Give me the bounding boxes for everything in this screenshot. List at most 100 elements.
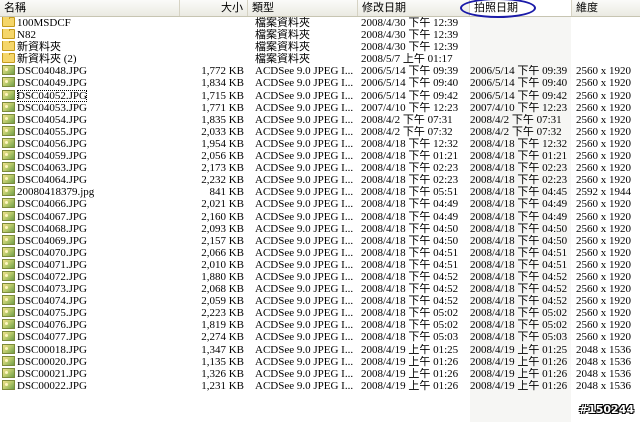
file-row[interactable]: DSC04072.JPG 1,880 KB ACDSee 9.0 JPEG I...… [0,270,640,283]
image-file-icon [2,186,15,197]
file-dimensions: 2560 x 1920 [576,234,631,247]
column-header-type[interactable]: 類型 [248,0,358,16]
file-row[interactable]: 新資料夾 檔案資料夾 2008/4/30 下午 12:39 [0,41,640,53]
file-modified-date: 2008/4/18 下午 04:49 [361,198,459,211]
file-row[interactable]: DSC04069.JPG 2,157 KB ACDSee 9.0 JPEG I...… [0,234,640,247]
image-file-icon [2,210,15,221]
file-row[interactable]: DSC04066.JPG 2,021 KB ACDSee 9.0 JPEG I...… [0,198,640,210]
file-type: ACDSee 9.0 JPEG I... [255,101,354,114]
file-size: 2,033 KB [201,125,244,138]
file-row[interactable]: DSC04059.JPG 2,056 KB ACDSee 9.0 JPEG I...… [0,150,640,162]
file-name: 20080418379.jpg [17,186,95,199]
file-row[interactable]: DSC04075.JPG 2,223 KB ACDSee 9.0 JPEG I...… [0,307,640,319]
file-type: 檔案資料夾 [255,41,310,54]
file-dimensions: 2048 x 1536 [576,379,631,392]
file-modified-date: 2008/4/18 下午 05:51 [361,186,459,199]
file-row[interactable]: DSC04073.JPG 2,068 KB ACDSee 9.0 JPEG I...… [0,283,640,295]
file-row[interactable]: 100MSDCF 檔案資料夾 2008/4/30 下午 12:39 [0,17,640,29]
file-date-taken: 2008/4/19 上午 01:25 [470,343,568,356]
image-file-icon [2,137,15,148]
file-row[interactable]: DSC04053.JPG 1,771 KB ACDSee 9.0 JPEG I...… [0,101,640,114]
file-dimensions: 2560 x 1920 [576,137,631,150]
file-row[interactable]: DSC04064.JPG 2,232 KB ACDSee 9.0 JPEG I...… [0,174,640,186]
file-row[interactable]: DSC04052.JPG 1,715 KB ACDSee 9.0 JPEG I...… [0,89,640,102]
file-name: DSC04049.JPG [17,77,87,90]
file-dimensions: 2560 x 1920 [576,319,631,332]
file-dimensions: 2560 x 1920 [576,270,631,283]
file-name: DSC04048.JPG [17,65,87,78]
file-row[interactable]: DSC04063.JPG 2,173 KB ACDSee 9.0 JPEG I...… [0,162,640,174]
file-modified-date: 2008/4/18 下午 02:23 [361,174,459,187]
file-dimensions: 2048 x 1536 [576,367,631,380]
file-row[interactable]: DSC04070.JPG 2,066 KB ACDSee 9.0 JPEG I...… [0,246,640,259]
file-date-taken: 2006/5/14 下午 09:40 [470,77,568,90]
file-dimensions: 2560 x 1920 [576,125,631,138]
file-row[interactable]: DSC04056.JPG 1,954 KB ACDSee 9.0 JPEG I...… [0,137,640,150]
file-type: ACDSee 9.0 JPEG I... [255,65,354,78]
column-header-dimensions[interactable]: 維度 [572,0,640,16]
file-row[interactable]: 20080418379.jpg 841 KB ACDSee 9.0 JPEG I..… [0,186,640,198]
file-row[interactable]: 新資料夾 (2) 檔案資料夾 2008/5/7 上午 01:17 [0,53,640,65]
file-row[interactable]: DSC04048.JPG 1,772 KB ACDSee 9.0 JPEG I...… [0,65,640,77]
folder-icon [2,29,15,40]
file-row[interactable]: DSC04077.JPG 2,274 KB ACDSee 9.0 JPEG I...… [0,331,640,343]
column-header-date-taken[interactable]: 拍照日期 [470,0,572,16]
file-type: ACDSee 9.0 JPEG I... [255,258,354,271]
file-dimensions [576,29,638,41]
file-modified-date: 2008/4/18 下午 12:32 [361,137,459,150]
file-row[interactable]: DSC04055.JPG 2,033 KB ACDSee 9.0 JPEG I...… [0,125,640,138]
file-dimensions [576,17,638,29]
file-date-taken: 2008/4/18 下午 05:03 [470,331,568,344]
file-size: 2,157 KB [201,234,244,247]
file-row[interactable]: DSC04076.JPG 1,819 KB ACDSee 9.0 JPEG I...… [0,319,640,331]
file-row[interactable]: DSC04067.JPG 2,160 KB ACDSee 9.0 JPEG I...… [0,210,640,223]
file-row[interactable]: DSC04054.JPG 1,835 KB ACDSee 9.0 JPEG I...… [0,113,640,126]
file-type: ACDSee 9.0 JPEG I... [255,222,354,235]
column-header-name[interactable]: 名稱 [0,0,180,16]
file-name: DSC04052.JPG [17,89,87,102]
file-row[interactable]: DSC00021.JPG 1,326 KB ACDSee 9.0 JPEG I...… [0,367,640,380]
file-name: DSC04068.JPG [17,222,87,235]
file-size: 2,223 KB [201,307,244,320]
file-name: 100MSDCF [17,17,71,29]
column-header-modified[interactable]: 修改日期 [358,0,470,16]
file-modified-date: 2008/4/30 下午 12:39 [361,17,459,29]
file-dimensions: 2560 x 1920 [576,246,631,259]
file-date-taken: 2008/4/18 下午 05:02 [470,307,568,320]
image-file-icon [2,77,15,88]
file-row[interactable]: DSC04071.JPG 2,010 KB ACDSee 9.0 JPEG I...… [0,258,640,271]
image-file-icon [2,101,15,112]
file-modified-date: 2008/4/18 下午 04:52 [361,270,459,283]
file-size: 1,835 KB [201,113,244,126]
file-size [180,41,244,53]
file-modified-date: 2008/5/7 上午 01:17 [361,53,453,66]
file-size: 2,056 KB [201,150,244,163]
file-row[interactable]: DSC04068.JPG 2,093 KB ACDSee 9.0 JPEG I...… [0,222,640,235]
image-file-icon [2,65,15,76]
file-type: ACDSee 9.0 JPEG I... [255,162,354,175]
file-type: ACDSee 9.0 JPEG I... [255,150,354,163]
file-row[interactable]: DSC04074.JPG 2,059 KB ACDSee 9.0 JPEG I...… [0,295,640,307]
file-date-taken: 2008/4/18 下午 04:45 [470,186,568,199]
file-date-taken: 2008/4/18 下午 04:50 [470,222,568,235]
file-dimensions: 2560 x 1920 [576,258,631,271]
file-row[interactable]: DSC00018.JPG 1,347 KB ACDSee 9.0 JPEG I...… [0,343,640,356]
file-row[interactable]: DSC00020.JPG 1,135 KB ACDSee 9.0 JPEG I...… [0,355,640,368]
file-date-taken: 2007/4/10 下午 12:23 [470,101,568,114]
column-header-size[interactable]: 大小 [180,0,248,16]
file-row[interactable]: DSC04049.JPG 1,834 KB ACDSee 9.0 JPEG I...… [0,77,640,89]
file-size: 2,160 KB [201,210,244,223]
file-type: ACDSee 9.0 JPEG I... [255,283,354,296]
file-name: DSC04054.JPG [17,113,87,126]
file-modified-date: 2007/4/10 下午 12:23 [361,101,459,114]
image-file-icon [2,331,15,342]
file-size [180,29,244,41]
file-row[interactable]: N82 檔案資料夾 2008/4/30 下午 12:39 [0,29,640,41]
file-date-taken [470,41,570,53]
file-row[interactable]: DSC00022.JPG 1,231 KB ACDSee 9.0 JPEG I...… [0,379,640,392]
file-size: 841 KB [209,186,244,199]
file-dimensions: 2560 x 1920 [576,222,631,235]
file-modified-date: 2008/4/19 上午 01:25 [361,343,459,356]
file-size: 2,232 KB [201,174,244,187]
file-modified-date: 2008/4/2 下午 07:32 [361,125,453,138]
